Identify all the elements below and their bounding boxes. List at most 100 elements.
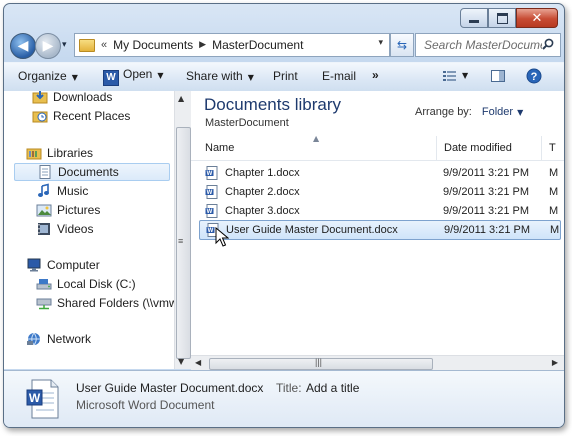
arrange-by: Arrange by: Folder ▼ bbox=[415, 106, 523, 118]
details-pane: W User Guide Master Document.docx Title:… bbox=[4, 370, 564, 427]
svg-text:W: W bbox=[207, 171, 213, 177]
recent-pages-dropdown[interactable]: ▾ bbox=[62, 40, 67, 50]
refresh-icon: ⇆ bbox=[396, 38, 408, 52]
breadcrumb-masterdocument[interactable]: MasterDocument bbox=[212, 38, 303, 52]
downloads-folder-icon bbox=[32, 91, 48, 104]
column-header-date-modified[interactable]: Date modified bbox=[444, 142, 512, 154]
file-list-horizontal-scrollbar[interactable]: ◀ ||| ▶ bbox=[191, 355, 564, 371]
file-date-modified: 9/9/2011 3:21 PM bbox=[443, 167, 530, 179]
documents-library-icon bbox=[39, 165, 51, 179]
file-type: M bbox=[549, 205, 559, 217]
scroll-up-icon[interactable]: ▲ bbox=[178, 94, 184, 103]
forward-button[interactable]: ▶ bbox=[35, 33, 61, 59]
share-with-label: Share with bbox=[186, 69, 243, 83]
nav-item-label: Libraries bbox=[47, 146, 94, 160]
forward-arrow-icon: ▶ bbox=[42, 38, 54, 54]
column-divider[interactable] bbox=[541, 136, 542, 160]
recent-places-icon bbox=[32, 111, 48, 123]
scroll-left-icon[interactable]: ◀ bbox=[195, 358, 201, 367]
address-bar[interactable]: « My Documents ▶ MasterDocument ▾ bbox=[74, 33, 390, 57]
navigation-pane-scrollbar[interactable]: ▲ ≡ ▼ bbox=[174, 91, 191, 369]
command-bar: Organize ▼ W Open ▼ Share with ▼ Print E-mai… bbox=[4, 62, 564, 92]
breadcrumb-my-documents[interactable]: My Documents bbox=[113, 38, 193, 52]
scroll-down-icon[interactable]: ▼ bbox=[178, 357, 184, 366]
back-button[interactable]: ◀ bbox=[10, 33, 36, 59]
view-options-dropdown-icon[interactable]: ▼ bbox=[462, 71, 468, 80]
email-button[interactable]: E-mail bbox=[322, 69, 356, 83]
network-drive-icon bbox=[36, 298, 52, 310]
nav-item-label: Recent Places bbox=[53, 109, 131, 123]
change-view-icon[interactable] bbox=[442, 68, 458, 84]
nav-item-videos[interactable]: Videos bbox=[36, 220, 93, 238]
back-arrow-icon: ◀ bbox=[17, 38, 29, 54]
open-button[interactable]: W Open ▼ bbox=[103, 67, 164, 86]
chevron-down-icon: ▼ bbox=[71, 73, 78, 82]
nav-item-libraries[interactable]: Libraries bbox=[26, 144, 93, 162]
nav-item-documents[interactable]: Documents bbox=[14, 163, 170, 181]
column-header-name[interactable]: Name bbox=[205, 142, 234, 154]
svg-text:?: ? bbox=[531, 71, 538, 83]
nav-item-local-disk[interactable]: Local Disk (C:) bbox=[36, 275, 136, 293]
svg-text:W: W bbox=[29, 391, 41, 405]
nav-item-music[interactable]: Music bbox=[36, 182, 88, 200]
file-list-pane: Documents library MasterDocument Arrange… bbox=[191, 91, 564, 369]
word-document-icon: W bbox=[205, 166, 218, 180]
organize-label: Organize bbox=[18, 69, 67, 83]
chevron-down-icon: ▼ bbox=[517, 108, 524, 117]
chevron-down-icon: ▼ bbox=[157, 71, 164, 80]
column-header-type[interactable]: T bbox=[549, 142, 556, 154]
nav-item-computer[interactable]: Computer bbox=[26, 256, 100, 274]
details-file-type: Microsoft Word Document bbox=[76, 398, 215, 412]
file-name: Chapter 2.docx bbox=[225, 186, 300, 198]
search-input[interactable] bbox=[422, 37, 544, 53]
share-with-button[interactable]: Share with ▼ bbox=[186, 69, 254, 83]
help-icon[interactable]: ? bbox=[526, 68, 542, 84]
nav-item-label: Local Disk (C:) bbox=[57, 277, 136, 291]
file-row[interactable]: W Chapter 1.docx 9/9/2011 3:21 PM M bbox=[199, 164, 564, 182]
file-row[interactable]: W Chapter 2.docx 9/9/2011 3:21 PM M bbox=[199, 183, 564, 201]
nav-item-downloads[interactable]: Downloads bbox=[32, 91, 112, 106]
music-icon bbox=[38, 183, 49, 197]
minimize-button[interactable] bbox=[460, 8, 488, 28]
search-box[interactable] bbox=[415, 33, 561, 57]
file-row[interactable]: W Chapter 3.docx 9/9/2011 3:21 PM M bbox=[199, 202, 564, 220]
file-row-selected[interactable]: W User Guide Master Document.docx 9/9/20… bbox=[199, 220, 561, 240]
scroll-right-icon[interactable]: ▶ bbox=[552, 358, 558, 367]
nav-item-shared-folders[interactable]: Shared Folders (\\vmware bbox=[36, 294, 174, 312]
nav-item-network[interactable]: Network bbox=[26, 330, 91, 348]
address-dropdown-icon[interactable]: ▾ bbox=[378, 38, 383, 48]
refresh-button[interactable]: ⇆ bbox=[390, 33, 414, 57]
print-button[interactable]: Print bbox=[273, 69, 298, 83]
nav-item-recent-places[interactable]: Recent Places bbox=[32, 107, 130, 125]
organize-button[interactable]: Organize ▼ bbox=[18, 69, 78, 83]
details-title-label: Title: bbox=[276, 381, 302, 395]
open-label: Open bbox=[123, 67, 153, 81]
word-icon: W bbox=[103, 70, 119, 86]
preview-pane-icon[interactable] bbox=[490, 68, 506, 84]
nav-item-label: Network bbox=[47, 332, 92, 346]
navigation-bar: ◀ ▶ ▾ « My Documents ▶ MasterDocument ▾ … bbox=[8, 32, 561, 60]
computer-icon bbox=[27, 258, 41, 272]
nav-item-label: Computer bbox=[47, 258, 100, 272]
close-button[interactable]: ✕ bbox=[516, 8, 558, 28]
svg-text:W: W bbox=[208, 228, 214, 234]
file-type: M bbox=[550, 224, 560, 236]
svg-text:W: W bbox=[207, 209, 213, 215]
arrange-by-dropdown[interactable]: Folder ▼ bbox=[482, 106, 523, 118]
breadcrumb-separator-icon[interactable]: ▶ bbox=[199, 40, 206, 50]
nav-item-label: Shared Folders (\\vmware bbox=[57, 296, 174, 310]
file-type: M bbox=[549, 167, 559, 179]
network-icon bbox=[27, 332, 40, 346]
column-divider[interactable] bbox=[436, 136, 437, 160]
local-disk-icon bbox=[36, 279, 52, 290]
nav-item-label: Downloads bbox=[53, 91, 113, 104]
file-name: User Guide Master Document.docx bbox=[226, 224, 398, 236]
address-overflow-chevron[interactable]: « bbox=[101, 39, 107, 51]
details-title-value[interactable]: Add a title bbox=[306, 381, 359, 395]
nav-item-pictures[interactable]: Pictures bbox=[36, 201, 100, 219]
search-icon[interactable] bbox=[542, 38, 554, 50]
library-title: Documents library bbox=[204, 95, 341, 114]
arrange-by-label: Arrange by: bbox=[415, 106, 472, 118]
maximize-button[interactable] bbox=[488, 8, 516, 28]
toolbar-overflow-button[interactable]: » bbox=[372, 68, 379, 82]
